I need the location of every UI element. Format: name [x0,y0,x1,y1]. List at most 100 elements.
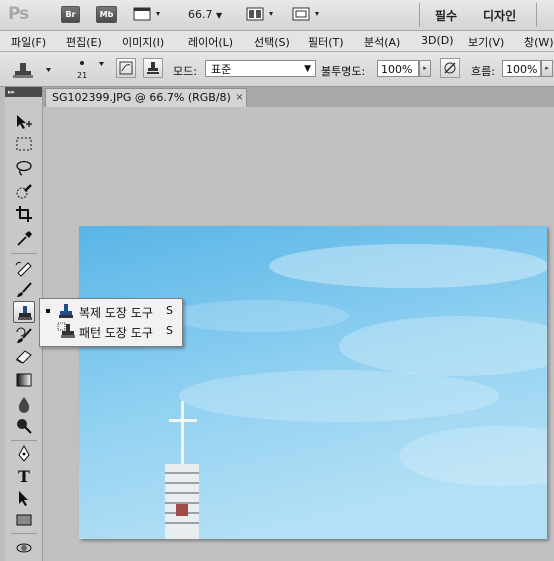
arrange-documents-icon [246,7,273,21]
tool-preset-picker[interactable] [6,59,56,81]
flyout-item-label: 패턴 도장 도구 [79,326,153,340]
flyout-shortcut: S [166,304,173,317]
flow-slider-button[interactable]: ▸ [541,60,553,77]
marquee-tool[interactable] [13,133,35,155]
3d-rotate-tool[interactable] [13,537,35,559]
quick-selection-icon [16,184,32,199]
gradient-tool[interactable] [13,369,35,391]
selected-bullet-icon [46,309,50,313]
screen-mode-icon [292,7,319,21]
brush-size: 21 [77,71,88,80]
brush-panel-button[interactable] [116,58,136,78]
3d-rotate-icon [16,543,32,553]
move-tool[interactable] [13,111,35,133]
menu-analysis[interactable]: 분석(A) [364,34,400,50]
document-image[interactable] [79,226,547,539]
history-brush-icon [16,327,32,343]
flow-field[interactable]: 100% [502,60,541,77]
bridge-button[interactable]: Br [61,6,80,23]
type-icon: T [18,467,30,485]
flyout-item-label: 복제 도장 도구 [79,306,153,320]
divider [536,3,537,27]
eyedropper-icon [17,231,32,246]
application-bar: Ps Br Mb 66.7 ▼ 필수 디자인 [0,0,554,31]
document-tab-bar: SG102399.JPG @ 66.7% (RGB/8) × [43,87,554,107]
toolbox: ▸▸ T [5,87,43,561]
cross-tower [165,401,199,539]
clone-source-icon [147,62,159,74]
opacity-field[interactable]: 100% [377,60,419,77]
menu-image[interactable]: 이미지(I) [122,34,164,50]
opacity-label: 불투명도: [321,65,366,78]
document-tab[interactable]: SG102399.JPG @ 66.7% (RGB/8) × [45,88,247,107]
sky-photo [79,226,547,539]
clone-stamp-icon [13,63,51,78]
photoshop-logo: Ps [8,4,29,24]
brush-panel-icon [119,61,133,75]
divider [11,533,37,534]
menu-window[interactable]: 창(W) [524,34,554,50]
menu-view[interactable]: 보기(V) [468,34,504,50]
pattern-stamp-icon [57,322,75,338]
chevron-down-icon: ▼ [304,64,311,74]
menu-3d[interactable]: 3D(D) [421,34,454,47]
dodge-icon [17,419,32,434]
workspace-design[interactable]: 디자인 [483,7,516,24]
close-icon[interactable]: × [233,91,246,104]
chevron-down-icon: ▼ [216,11,223,20]
toolbox-collapse[interactable]: ▸▸ [5,87,42,97]
type-tool[interactable]: T [13,465,35,487]
workspace-essentials[interactable]: 필수 [435,7,457,24]
opacity-slider-button[interactable]: ▸ [419,60,431,77]
mode-label: 모드: [173,65,197,78]
mode-value: 표준 [211,63,232,76]
divider [11,253,37,254]
eyedropper-tool[interactable] [13,227,35,249]
brush-icon [17,282,32,297]
flyout-item-clone-stamp[interactable]: 복제 도장 도구 S [40,301,182,321]
flyout-item-pattern-stamp[interactable]: 패턴 도장 도구 S [40,321,182,341]
path-selection-tool[interactable] [13,487,35,509]
view-extras-button[interactable] [133,6,163,25]
flow-label: 흐름: [471,65,495,78]
menu-select[interactable]: 선택(S) [254,34,290,50]
zoom-level[interactable]: 66.7 ▼ [188,8,222,21]
menu-edit[interactable]: 편집(E) [66,34,102,50]
pen-tool[interactable] [13,443,35,465]
clone-stamp-icon [18,306,32,320]
menu-layer[interactable]: 레이어(L) [188,34,233,50]
mode-select[interactable]: 표준 ▼ [205,60,316,77]
document-title: SG102399.JPG @ 66.7% (RGB/8) [52,91,231,104]
zoom-value: 66.7 [188,8,213,21]
blur-tool[interactable] [13,393,35,415]
path-selection-icon [19,491,28,506]
crop-icon [16,206,32,222]
crop-tool[interactable] [13,203,35,225]
spot-healing-tool[interactable] [13,257,35,279]
quick-selection-tool[interactable] [13,181,35,203]
dodge-tool[interactable] [13,415,35,437]
lasso-icon [16,160,32,176]
history-brush-tool[interactable] [13,325,35,347]
pen-icon [18,445,30,462]
clone-stamp-flyout: 복제 도장 도구 S 패턴 도장 도구 S [39,298,183,347]
divider [11,440,37,441]
eraser-icon [16,350,32,364]
divider [419,3,420,27]
menu-file[interactable]: 파일(F) [11,34,46,50]
screen-mode-button[interactable] [292,6,326,25]
menu-filter[interactable]: 필터(T) [308,34,344,50]
lasso-tool[interactable] [13,157,35,179]
options-bar: 21 모드: 표준 ▼ 불투명도: 100% ▸ 흐름: 100% ▸ [0,52,554,87]
eraser-tool[interactable] [13,345,35,367]
clone-source-button[interactable] [143,58,163,78]
arrange-documents-button[interactable] [246,6,280,25]
pressure-opacity-button[interactable] [440,58,460,78]
mini-bridge-button[interactable]: Mb [96,6,117,23]
brush-tool[interactable] [13,279,35,301]
clone-stamp-tool[interactable] [13,301,35,323]
brush-picker[interactable]: 21 [63,56,109,84]
svg-text:T: T [18,467,30,485]
flyout-shortcut: S [166,324,173,337]
shape-tool[interactable] [13,509,35,531]
